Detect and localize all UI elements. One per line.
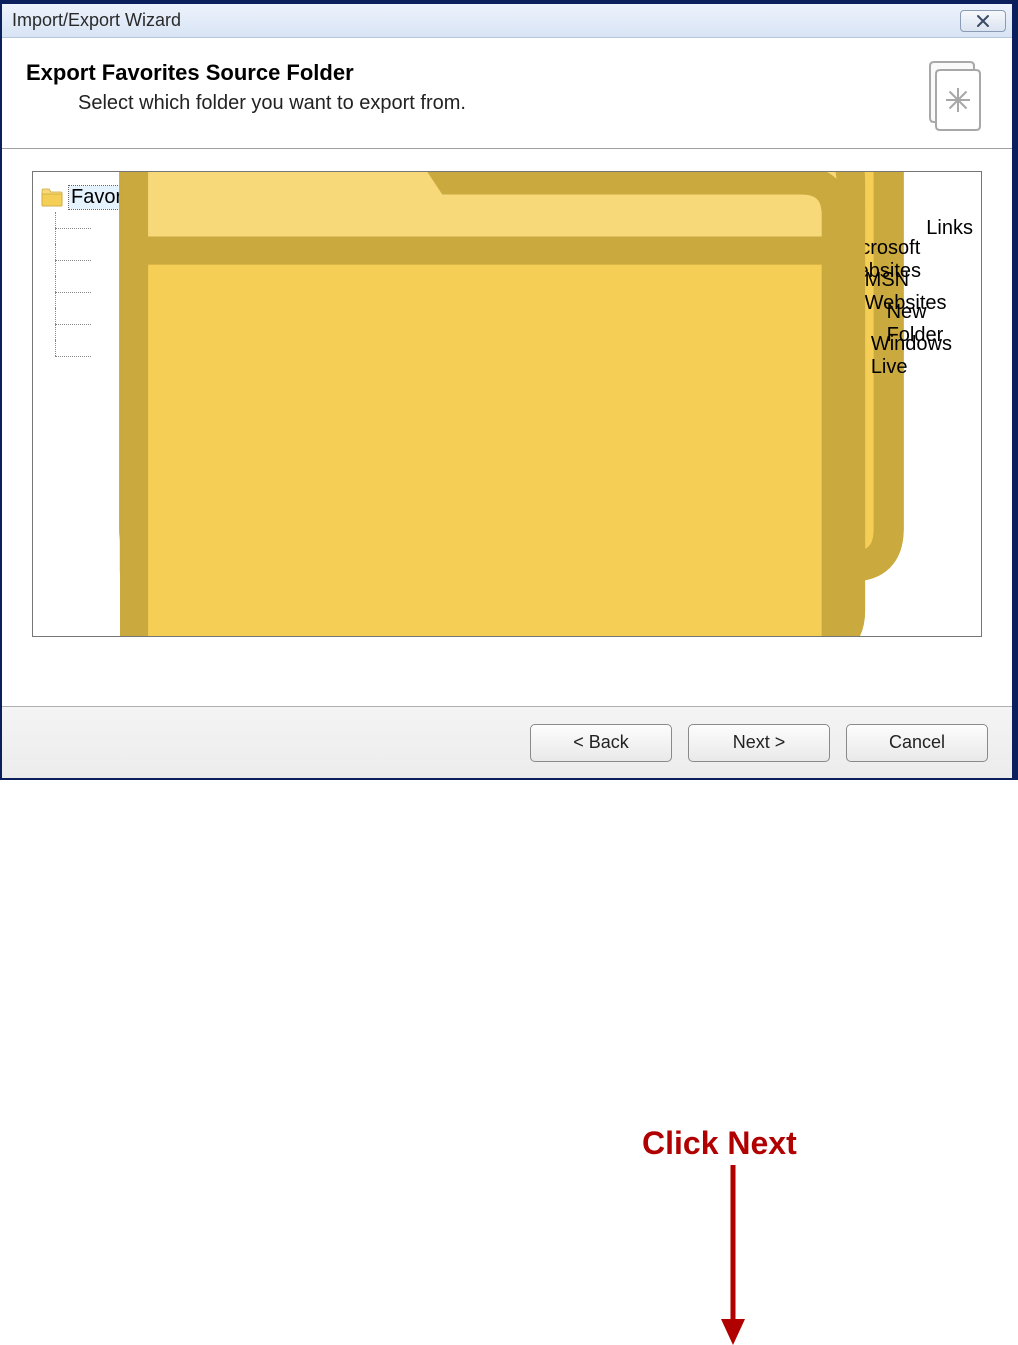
- wizard-content: Favorites Links: [2, 149, 1012, 647]
- page-subtitle: Select which folder you want to export f…: [26, 92, 466, 115]
- arrow-down-icon: [718, 1165, 748, 1345]
- folder-tree[interactable]: Favorites Links: [32, 171, 982, 637]
- tree-item-windows-live[interactable]: Windows Live: [41, 340, 973, 372]
- tree-connector: [55, 276, 95, 308]
- cancel-button[interactable]: Cancel: [846, 724, 988, 762]
- folder-icon: [99, 171, 871, 637]
- wizard-header-text: Export Favorites Source Folder Select wh…: [26, 56, 466, 115]
- back-button[interactable]: < Back: [530, 724, 672, 762]
- annotation-text: Click Next: [642, 1125, 797, 1162]
- wizard-window: Import/Export Wizard Export Favorites So…: [0, 0, 1018, 780]
- wizard-button-bar: < Back Next > Cancel: [2, 706, 1012, 778]
- close-button[interactable]: [960, 10, 1006, 32]
- close-icon: [976, 14, 990, 28]
- next-button[interactable]: Next >: [688, 724, 830, 762]
- tree-item-label: Windows Live: [871, 333, 973, 379]
- tree-connector: [55, 308, 95, 340]
- tree-connector: [55, 212, 95, 244]
- tree-connector: [55, 340, 95, 372]
- wizard-header: Export Favorites Source Folder Select wh…: [2, 38, 1012, 149]
- titlebar: Import/Export Wizard: [2, 4, 1012, 38]
- page-title: Export Favorites Source Folder: [26, 60, 466, 86]
- folder-icon: [41, 187, 63, 207]
- favorites-export-icon: [916, 56, 988, 134]
- window-title: Import/Export Wizard: [12, 10, 181, 31]
- tree-connector: [55, 244, 95, 276]
